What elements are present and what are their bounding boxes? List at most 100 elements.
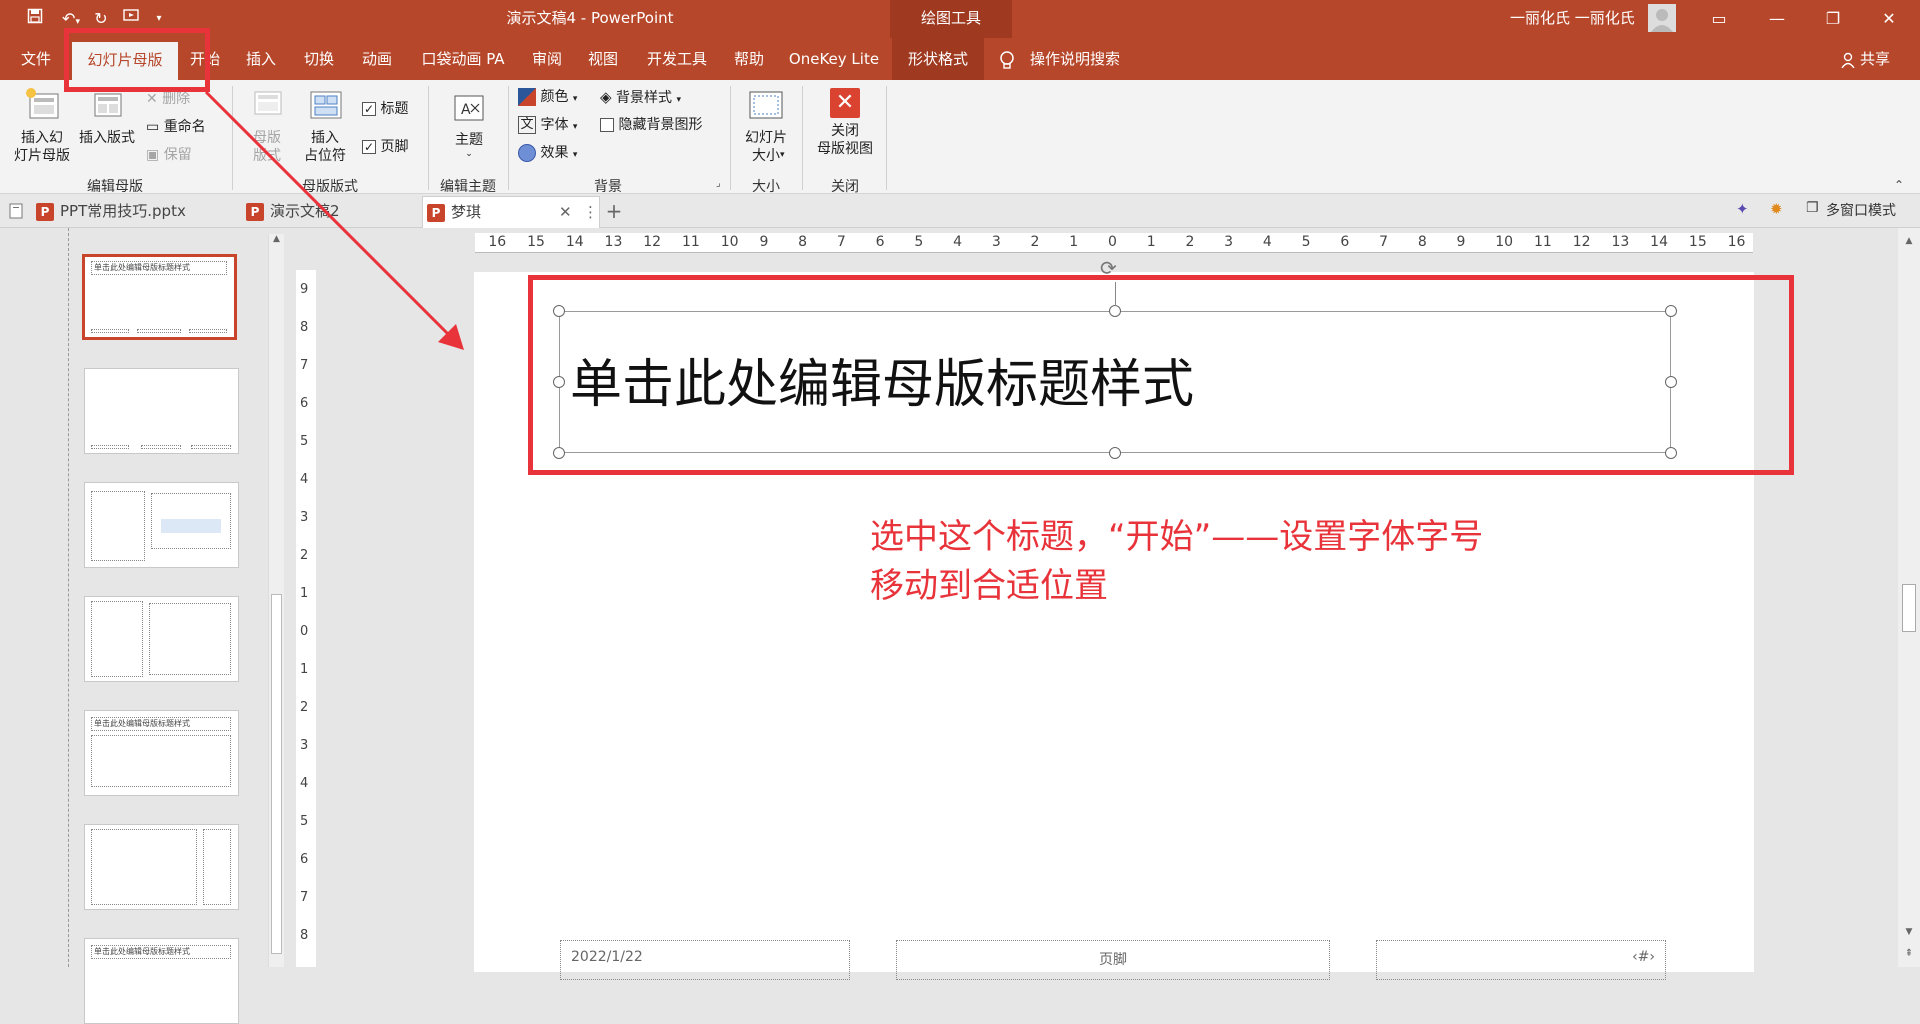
- tab-pocket-animation[interactable]: 口袋动画 PA: [416, 38, 510, 80]
- tab-review[interactable]: 审阅: [524, 38, 570, 80]
- doc-tab-presentation2[interactable]: P 演示文稿2: [246, 196, 422, 228]
- doc-tab-mengqi[interactable]: P 梦琪 ✕ ⋮: [422, 196, 600, 228]
- thumb-scrollbar[interactable]: ▲: [268, 234, 284, 967]
- scroll-up-icon[interactable]: ▲: [1898, 236, 1920, 246]
- insert-placeholder-button[interactable]: 插入 占位符: [294, 84, 356, 165]
- more-icon[interactable]: ⋮: [583, 197, 598, 227]
- footer-date-placeholder[interactable]: 2022/1/22: [560, 940, 850, 980]
- tab-onekey-lite[interactable]: OneKey Lite: [784, 38, 884, 80]
- close-tab-icon[interactable]: ✕: [559, 197, 572, 227]
- tab-insert[interactable]: 插入: [238, 38, 284, 80]
- preserve-button[interactable]: ▣ 保留: [146, 146, 192, 164]
- slide-number-text: ‹#›: [1632, 949, 1655, 965]
- close-icon[interactable]: ✕: [1866, 0, 1912, 38]
- share-icon[interactable]: [1840, 52, 1856, 69]
- fonts-icon: 文: [518, 116, 536, 134]
- scroll-thumb[interactable]: [271, 594, 282, 954]
- maximize-icon[interactable]: ❐: [1810, 0, 1856, 38]
- minimize-icon[interactable]: —: [1754, 0, 1800, 38]
- tab-animations[interactable]: 动画: [354, 38, 400, 80]
- thumbnail-layout-vertical[interactable]: [84, 824, 239, 910]
- previous-slide-icon[interactable]: ⇞: [1898, 948, 1920, 959]
- tab-view[interactable]: 视图: [580, 38, 626, 80]
- tab-shape-format[interactable]: 形状格式: [892, 38, 984, 80]
- tab-developer[interactable]: 开发工具: [640, 38, 714, 80]
- present-from-start-icon[interactable]: [118, 8, 146, 30]
- hide-background-graphics-label: 隐藏背景图形: [618, 117, 703, 133]
- ruler-tick-label: 4: [953, 234, 962, 250]
- powerpoint-file-icon: P: [36, 202, 54, 221]
- insert-layout-button[interactable]: 插入版式: [76, 84, 138, 147]
- thumbnail-layout-next[interactable]: 单击此处编辑母版标题样式: [84, 938, 239, 1024]
- ruler-tick-label: 15: [1688, 234, 1707, 250]
- ruler-tick-label: 2: [1030, 234, 1040, 250]
- colors-label: 颜色: [540, 89, 569, 105]
- ruler-tick-label: 4: [300, 776, 309, 791]
- tab-list-icon[interactable]: [8, 202, 26, 220]
- tab-transitions[interactable]: 切换: [296, 38, 342, 80]
- ruler-tick-label: 15: [527, 234, 545, 250]
- collapse-ribbon-icon[interactable]: ⌃: [1894, 178, 1904, 192]
- save-icon[interactable]: [24, 8, 46, 30]
- redo-icon[interactable]: ↻: [90, 8, 112, 30]
- editor-scrollbar[interactable]: ▲ ▼ ⇞: [1898, 228, 1920, 967]
- tell-me-search[interactable]: 操作说明搜索: [1030, 38, 1120, 80]
- footer-text-placeholder[interactable]: 页脚: [896, 940, 1330, 980]
- tab-file[interactable]: 文件: [10, 38, 62, 80]
- scroll-up-icon[interactable]: ▲: [269, 234, 284, 244]
- avatar[interactable]: [1648, 4, 1676, 32]
- delete-button[interactable]: ✕ 删除: [146, 90, 190, 108]
- close-master-view-button[interactable]: ✕ 关闭 母版视图: [810, 88, 880, 158]
- slide-number-placeholder[interactable]: ‹#›: [1376, 940, 1666, 980]
- ribbon-display-options-icon[interactable]: ▭: [1696, 0, 1742, 38]
- settings-gear-icon[interactable]: ✹: [1770, 200, 1783, 218]
- ruler-tick-label: 2: [1185, 234, 1195, 250]
- thumbnail-layout-comparison[interactable]: [84, 482, 239, 568]
- tab-help[interactable]: 帮助: [726, 38, 772, 80]
- customize-qat-icon[interactable]: ▾: [148, 8, 170, 30]
- thumb-footer: [91, 445, 129, 449]
- thumbnail-layout-title-vertical[interactable]: 单击此处编辑母版标题样式: [84, 710, 239, 796]
- user-name[interactable]: 一丽化氏 一丽化氏: [1510, 0, 1635, 38]
- background-styles-label: 背景样式: [616, 90, 672, 106]
- insert-layout-label: 插入版式: [79, 130, 135, 146]
- scroll-thumb[interactable]: [1902, 584, 1916, 632]
- insert-slide-master-button[interactable]: 插入幻 灯片母版: [10, 84, 74, 165]
- thumb-title-text: 单击此处编辑母版标题样式: [94, 263, 190, 272]
- delete-label: 删除: [162, 91, 191, 107]
- master-layout-button[interactable]: 母版 版式: [240, 84, 294, 165]
- thumb-content-box: [91, 491, 145, 561]
- thumbnail-layout-content-caption[interactable]: [84, 596, 239, 682]
- addin-icon[interactable]: ✦: [1736, 200, 1749, 218]
- hide-background-graphics-checkbox[interactable]: 隐藏背景图形: [600, 116, 702, 134]
- ruler-tick-label: 9: [759, 234, 769, 250]
- chevron-down-icon: ▾: [780, 150, 785, 160]
- background-styles-button[interactable]: ◈ 背景样式 ▾: [600, 88, 681, 109]
- ruler-tick-label: 8: [1417, 234, 1427, 250]
- multi-window-mode-button[interactable]: 多窗口模式: [1826, 194, 1896, 228]
- title-checkbox[interactable]: ✓ 标题: [362, 100, 408, 118]
- thumbnail-layout-blank[interactable]: [84, 368, 239, 454]
- rename-button[interactable]: ▭ 重命名: [146, 118, 206, 136]
- thumb-footer: [189, 329, 227, 333]
- colors-button[interactable]: 颜色 ▾: [518, 88, 577, 108]
- vertical-ruler: 9 8 7 6 5 4 3 2 1 0 1 2 3 4 5 6 7 8: [296, 270, 316, 967]
- group-label-edit-master: 编辑母版: [87, 179, 143, 195]
- fonts-button[interactable]: 文 字体 ▾: [518, 116, 577, 136]
- powerpoint-file-icon: P: [427, 203, 445, 222]
- footer-checkbox[interactable]: ✓ 页脚: [362, 138, 408, 156]
- effects-button[interactable]: 效果 ▾: [518, 144, 577, 164]
- ruler-tick-label: 1: [1146, 234, 1156, 250]
- slide-size-button[interactable]: 幻灯片 大小: [736, 88, 796, 165]
- undo-icon[interactable]: ↶▾: [56, 8, 86, 30]
- share-button[interactable]: 共享: [1860, 38, 1890, 80]
- scroll-down-icon[interactable]: ▼: [1898, 927, 1920, 937]
- multi-window-icon[interactable]: ❐: [1806, 200, 1819, 216]
- dialog-launcher-icon[interactable]: ⌟: [716, 178, 721, 189]
- group-label-size: 大小: [752, 179, 780, 195]
- themes-button[interactable]: A 主题 ⌄: [440, 92, 498, 159]
- new-tab-icon[interactable]: +: [604, 196, 624, 226]
- powerpoint-file-icon: P: [246, 202, 264, 221]
- doc-tab-ppt-tips[interactable]: P PPT常用技巧.pptx: [36, 196, 246, 228]
- thumbnail-slide-master[interactable]: 单击此处编辑母版标题样式: [82, 254, 237, 340]
